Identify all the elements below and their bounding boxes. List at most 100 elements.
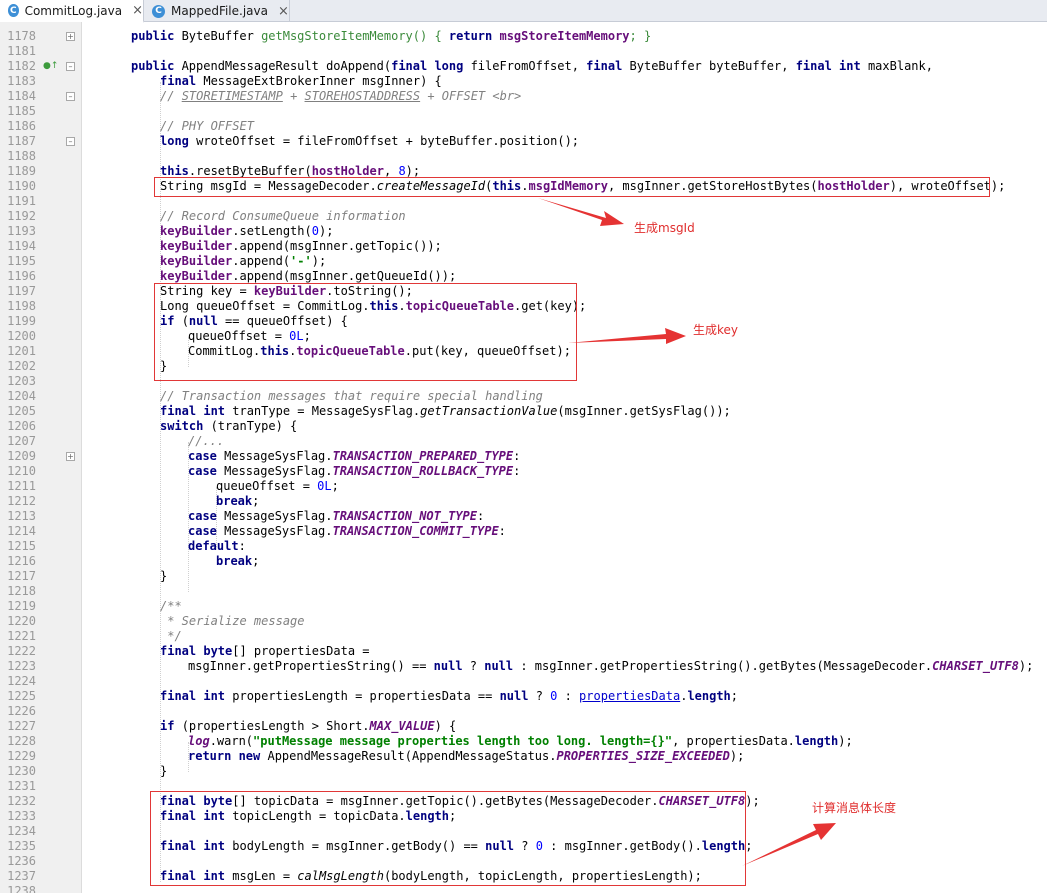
code-token: return new [188, 749, 268, 763]
fold-collapse-icon[interactable]: – [66, 137, 75, 146]
code-token: ; [730, 689, 739, 703]
close-icon[interactable]: × [132, 3, 143, 18]
code-line[interactable]: 1206 switch (tranType) { [0, 419, 1047, 434]
code-token: break [216, 494, 253, 508]
code-line[interactable]: 1218 [0, 584, 1047, 599]
code-line[interactable]: 1178 + public ByteBuffer getMsgStoreItemMe… [0, 29, 1047, 44]
code-editor[interactable]: 1178 + public ByteBuffer getMsgStoreItemMe… [0, 22, 1047, 893]
code-token: : [564, 689, 580, 703]
code-line[interactable]: 1220 * Serialize message [0, 614, 1047, 629]
fold-collapse-icon[interactable]: – [66, 62, 75, 71]
close-icon[interactable]: × [278, 4, 289, 19]
code-line[interactable]: 1219 /** [0, 599, 1047, 614]
line-number: 1186 [7, 119, 36, 133]
code-line[interactable]: 1181 [0, 44, 1047, 59]
code-token: AppendMessageResult(AppendMessageStatus. [267, 749, 557, 763]
code-line[interactable]: 1216 break; [0, 554, 1047, 569]
line-number: 1195 [7, 254, 36, 268]
annotation-msgid: 生成msgId [634, 221, 695, 235]
line-number: 1204 [7, 389, 36, 403]
line-number: 1215 [7, 539, 36, 553]
code-line[interactable]: 1192 // Record ConsumeQueue information [0, 209, 1047, 224]
code-token: final byte [160, 644, 233, 658]
line-number: 1212 [7, 494, 36, 508]
code-line[interactable]: 1207 //... [0, 434, 1047, 449]
tab-mappedfile[interactable]: C MappedFile.java × [144, 0, 290, 22]
code-line[interactable]: 1229 return new AppendMessageResult(Appen… [0, 749, 1047, 764]
code-line[interactable]: 1210 case MessageSysFlag.TRANSACTION_ROLL… [0, 464, 1047, 479]
code-line[interactable]: 1193 keyBuilder.setLength(0); [0, 224, 1047, 239]
fold-collapse-icon[interactable]: – [66, 92, 75, 101]
code-token: ); [405, 164, 421, 178]
code-text: case MessageSysFlag.TRANSACTION_ROLLBACK… [188, 464, 520, 479]
code-line[interactable]: 1182 – ●↑ public AppendMessageResult doAppe… [0, 59, 1047, 74]
code-line[interactable]: 1187 – long wroteOffset = fileFromOffset +… [0, 134, 1047, 149]
code-line[interactable]: 1194 keyBuilder.append(msgInner.getTopic(… [0, 239, 1047, 254]
code-text: msgInner.getPropertiesString() == null ?… [188, 659, 1033, 674]
code-token: wroteOffset = fileFromOffset + byteBuffe… [196, 134, 580, 148]
code-token: : [238, 539, 246, 553]
code-line[interactable]: 1215 default: [0, 539, 1047, 554]
code-token: maxBlank, [867, 59, 933, 73]
code-line[interactable]: 1224 [0, 674, 1047, 689]
code-line[interactable]: 1217} [0, 569, 1047, 584]
code-line[interactable]: 1205 final int tranType = MessageSysFlag.… [0, 404, 1047, 419]
fold-expand-icon[interactable]: + [66, 32, 75, 41]
fold-expand-icon[interactable]: + [66, 452, 75, 461]
code-line[interactable]: 1185 [0, 104, 1047, 119]
code-line[interactable]: 1204 // Transaction messages that require… [0, 389, 1047, 404]
code-line[interactable]: 1221 */ [0, 629, 1047, 644]
code-line[interactable]: 1230} [0, 764, 1047, 779]
code-line[interactable]: 1226 [0, 704, 1047, 719]
code-text: final byte[] propertiesData = [160, 644, 370, 659]
code-text: //... [188, 434, 224, 449]
code-token: break [216, 554, 253, 568]
code-token: ); [745, 794, 760, 808]
code-line[interactable]: 1213 case MessageSysFlag.TRANSACTION_NOT_… [0, 509, 1047, 524]
code-token: TRANSACTION_ROLLBACK_TYPE [332, 464, 514, 478]
code-text: public ByteBuffer getMsgStoreItemMemory(… [131, 29, 651, 44]
code-line[interactable]: 1227 if (propertiesLength > Short.MAX_VAL… [0, 719, 1047, 734]
code-token: : [513, 449, 521, 463]
code-token: '-' [290, 254, 312, 268]
code-token: hostHolder [311, 164, 384, 178]
override-method-icon[interactable]: ●↑ [43, 62, 58, 71]
code-line[interactable]: 1225 final int propertiesLength = propert… [0, 689, 1047, 704]
line-number: 1220 [7, 614, 36, 628]
code-token: case [188, 524, 225, 538]
code-text: long wroteOffset = fileFromOffset + byte… [160, 134, 579, 149]
line-number: 1238 [7, 884, 36, 893]
code-token: final long [391, 59, 471, 73]
code-line[interactable]: 1183 final MessageExtBrokerInner msgInner… [0, 74, 1047, 89]
code-token: case [188, 464, 225, 478]
highlight-box-key [154, 283, 577, 381]
code-line[interactable]: 1196 keyBuilder.append(msgInner.getQueueI… [0, 269, 1047, 284]
line-number: 1236 [7, 854, 36, 868]
code-line[interactable]: 1228 log.warn("putMessage message propert… [0, 734, 1047, 749]
code-line[interactable]: 1209 + case MessageSysFlag.TRANSACTION_PRE… [0, 449, 1047, 464]
code-line[interactable]: 1195 keyBuilder.append('-'); [0, 254, 1047, 269]
tab-commitlog[interactable]: C CommitLog.java × [0, 0, 144, 23]
code-token: + [282, 89, 305, 103]
code-token: MessageSysFlag. [224, 449, 333, 463]
code-token: case [188, 449, 225, 463]
code-line[interactable]: 1222 final byte[] propertiesData = [0, 644, 1047, 659]
line-number: 1193 [7, 224, 36, 238]
code-token: //... [188, 434, 225, 448]
code-line[interactable]: 1186 // PHY OFFSET [0, 119, 1047, 134]
code-line[interactable]: 1223 msgInner.getPropertiesString() == nu… [0, 659, 1047, 674]
code-line[interactable]: 1212 break; [0, 494, 1047, 509]
code-token: final int [160, 404, 233, 418]
code-text: final int tranType = MessageSysFlag.getT… [160, 404, 731, 419]
code-line[interactable]: 1188 [0, 149, 1047, 164]
highlight-box-msglen [150, 791, 746, 886]
code-token: TRANSACTION_NOT_TYPE [332, 509, 478, 523]
code-token: length [687, 689, 731, 703]
code-line[interactable]: 1184 – // STORETIMESTAMP + STOREHOSTADDRES… [0, 89, 1047, 104]
code-line[interactable]: 1211 queueOffset = 0L; [0, 479, 1047, 494]
code-token: ? [469, 659, 485, 673]
code-line[interactable]: 1214 case MessageSysFlag.TRANSACTION_COMM… [0, 524, 1047, 539]
code-text: */ [160, 629, 181, 644]
code-token: keyBuilder [160, 239, 233, 253]
code-token: // Transaction messages that require spe… [160, 389, 543, 403]
